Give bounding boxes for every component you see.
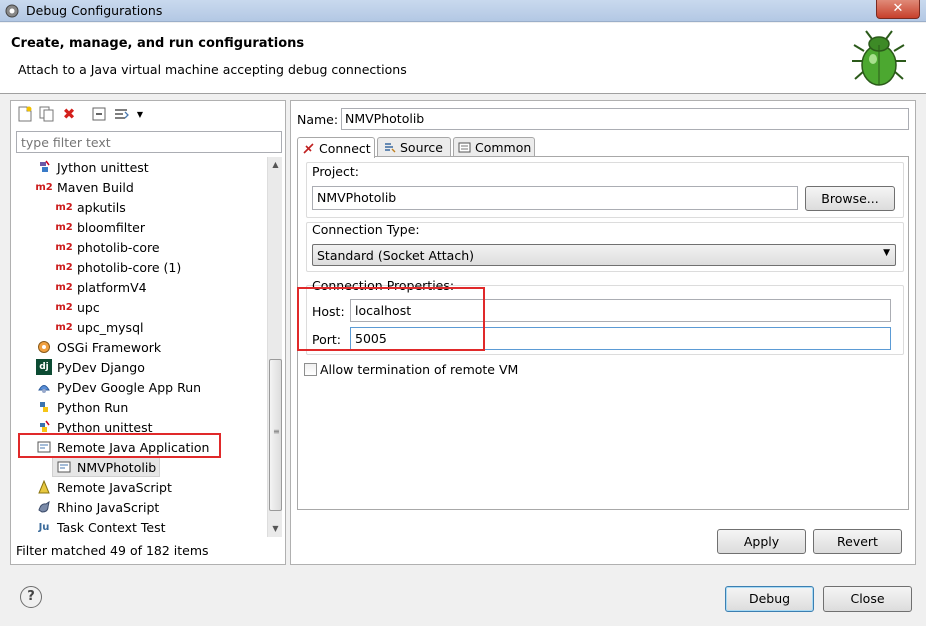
- maven-icon: m2: [35, 181, 53, 193]
- tree-item-apkutils[interactable]: m2 apkutils: [55, 197, 125, 217]
- tree-item-bloomfilter[interactable]: m2 bloomfilter: [55, 217, 145, 237]
- duplicate-config-icon[interactable]: [38, 105, 56, 123]
- maven-icon: m2: [55, 201, 73, 213]
- maven-icon: m2: [55, 281, 73, 293]
- tree-item-remote-javascript[interactable]: Remote JavaScript: [36, 477, 172, 497]
- config-filter-input[interactable]: [16, 131, 282, 153]
- project-input[interactable]: NMVPhotolib: [312, 186, 798, 210]
- dialog-header: Create, manage, and run configurations A…: [0, 23, 926, 94]
- filter-config-icon[interactable]: [112, 105, 130, 123]
- allow-termination-label: Allow termination of remote VM: [320, 362, 519, 377]
- tree-scrollbar[interactable]: ▲ ≡ ▼: [267, 157, 282, 537]
- tree-item-pydev-django[interactable]: dj PyDev Django: [36, 357, 145, 377]
- config-tree: Jython unittest m2 Maven Build m2 apkuti…: [16, 157, 267, 537]
- config-name-input[interactable]: NMVPhotolib: [341, 108, 909, 130]
- tree-item-jython-unittest[interactable]: Jython unittest: [36, 157, 149, 177]
- python-icon: [36, 399, 52, 415]
- maven-icon: m2: [55, 221, 73, 233]
- collapse-all-icon[interactable]: [90, 105, 108, 123]
- highlight-box-host-port: [297, 287, 485, 351]
- debug-button[interactable]: Debug: [725, 586, 814, 612]
- tree-item-photolib-core[interactable]: m2 photolib-core: [55, 237, 159, 257]
- debug-app-icon: [5, 4, 19, 18]
- debug-bug-icon: [852, 30, 906, 86]
- jython-unittest-icon: [36, 159, 52, 175]
- tree-item-upc[interactable]: m2 upc: [55, 297, 99, 317]
- tree-item-task-context-test[interactable]: Ju Task Context Test: [36, 517, 166, 537]
- tab-common[interactable]: Common: [453, 137, 535, 157]
- django-icon: dj: [36, 359, 52, 375]
- maven-icon: m2: [55, 321, 73, 333]
- highlight-box-remote-java: [18, 433, 221, 458]
- header-title: Create, manage, and run configurations: [11, 36, 305, 51]
- help-icon[interactable]: ?: [20, 586, 42, 608]
- new-config-icon[interactable]: [16, 105, 34, 123]
- google-app-icon: [36, 379, 52, 395]
- remote-javascript-icon: [36, 479, 52, 495]
- title-bar: Debug Configurations ✕: [0, 0, 926, 22]
- tree-item-photolib-core-1[interactable]: m2 photolib-core (1): [55, 257, 181, 277]
- connection-type-label: Connection Type:: [312, 222, 420, 237]
- window-title: Debug Configurations: [26, 3, 163, 18]
- scrollbar-grip-icon: ≡: [273, 427, 280, 436]
- tree-item-pydev-google-app-run[interactable]: PyDev Google App Run: [36, 377, 201, 397]
- window-close-button[interactable]: ✕: [876, 0, 920, 19]
- maven-icon: m2: [55, 261, 73, 273]
- header-subtitle: Attach to a Java virtual machine accepti…: [18, 62, 407, 77]
- tab-source[interactable]: Source: [377, 137, 451, 157]
- allow-termination-checkbox[interactable]: [304, 363, 317, 376]
- revert-button[interactable]: Revert: [813, 529, 902, 554]
- connect-icon: [302, 141, 315, 155]
- tree-item-osgi-framework[interactable]: OSGi Framework: [36, 337, 161, 357]
- tree-item-nmvphotolib[interactable]: NMVPhotolib: [52, 457, 161, 477]
- ju-icon: Ju: [38, 521, 50, 533]
- tree-item-platformv4[interactable]: m2 platformV4: [55, 277, 146, 297]
- source-icon: [382, 141, 396, 155]
- common-icon: [458, 141, 471, 155]
- tab-connect[interactable]: Connect: [297, 137, 375, 158]
- scroll-up-arrow-icon[interactable]: ▲: [268, 157, 283, 173]
- scrollbar-thumb[interactable]: ≡: [269, 359, 282, 511]
- browse-button[interactable]: Browse...: [805, 186, 895, 211]
- connection-type-select[interactable]: Standard (Socket Attach) ▼: [312, 244, 896, 266]
- chevron-down-icon: ▼: [883, 248, 890, 258]
- name-label: Name:: [297, 112, 339, 127]
- remote-java-icon: [56, 459, 72, 475]
- tree-item-maven-build[interactable]: m2 Maven Build: [35, 177, 134, 197]
- configuration-list-panel: ✖ ▼ Jython unittest m2 Maven Build m2 ap…: [10, 100, 286, 565]
- delete-config-icon[interactable]: ✖: [60, 105, 78, 123]
- tree-item-upc-mysql[interactable]: m2 upc_mysql: [55, 317, 143, 337]
- maven-icon: m2: [55, 241, 73, 253]
- tree-item-python-run[interactable]: Python Run: [36, 397, 128, 417]
- maven-icon: m2: [55, 301, 73, 313]
- tree-item-rhino-javascript[interactable]: Rhino JavaScript: [36, 497, 159, 517]
- rhino-icon: [36, 499, 52, 515]
- view-menu-chevron-down-icon[interactable]: ▼: [131, 105, 149, 123]
- apply-button[interactable]: Apply: [717, 529, 806, 554]
- project-label: Project:: [312, 164, 359, 179]
- filter-status-text: Filter matched 49 of 182 items: [16, 543, 209, 558]
- osgi-icon: [36, 339, 52, 355]
- scroll-down-arrow-icon[interactable]: ▼: [268, 521, 283, 537]
- close-button[interactable]: Close: [823, 586, 912, 612]
